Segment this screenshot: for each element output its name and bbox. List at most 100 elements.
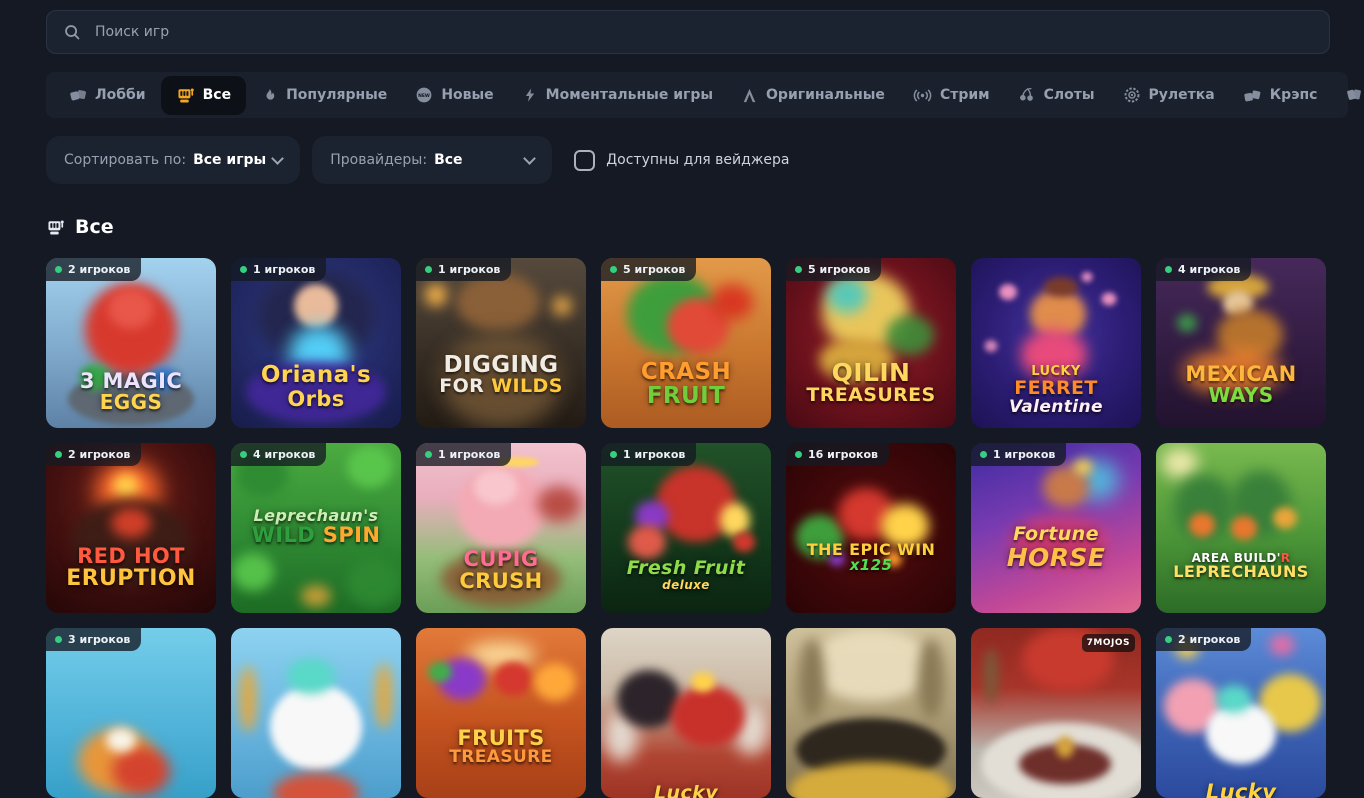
- tab-slot-machine[interactable]: Все: [161, 76, 246, 115]
- online-dot-icon: [240, 266, 247, 273]
- game-card-the-epic-win-x125[interactable]: THE EPIC WINx12516 игроков: [786, 443, 956, 613]
- game-card-roulette-gold[interactable]: [786, 628, 956, 798]
- game-card-7-fresh-fruit-deluxe[interactable]: Fresh Fruitdeluxe1 игроков: [601, 443, 771, 613]
- section-title: Все: [75, 216, 114, 238]
- wager-checkbox[interactable]: [574, 150, 595, 171]
- tab-cherries[interactable]: Слоты: [1005, 78, 1108, 112]
- players-badge: 2 игроков: [1156, 628, 1251, 651]
- art-blob: [494, 662, 532, 696]
- tab-brand-a[interactable]: Оригинальные: [728, 79, 898, 112]
- art-blob: [886, 315, 934, 355]
- game-card-crash-fruit[interactable]: CRASHFRUIT5 игроков: [601, 258, 771, 428]
- game-card-leprechauns-wild-spin[interactable]: Leprechaun'sWILD SPIN 4 игроков: [231, 443, 401, 613]
- art-blob: [1162, 448, 1198, 478]
- players-count: 4 игроков: [253, 448, 315, 461]
- game-title-text: deluxe: [662, 578, 710, 592]
- game-card-area-buildr-leprechauns[interactable]: AREA BUILD'RLEPRECHAUNS: [1156, 443, 1326, 613]
- players-count: 2 игроков: [1178, 633, 1240, 646]
- players-count: 1 игроков: [438, 263, 500, 276]
- game-card-fortune-horse[interactable]: FortuneHORSE1 игроков: [971, 443, 1141, 613]
- art-blob: [111, 508, 151, 538]
- players-count: 16 игроков: [808, 448, 878, 461]
- online-dot-icon: [240, 451, 247, 458]
- game-title: FortuneHORSE: [971, 525, 1141, 571]
- players-badge: 1 игроков: [416, 443, 511, 466]
- providers-select[interactable]: Провайдеры: Все: [312, 136, 552, 184]
- game-title-text: SPIN: [323, 523, 381, 547]
- tab-cards[interactable]: Карты: [1332, 78, 1364, 112]
- game-title: DIGGINGFOR WILDS: [416, 353, 586, 397]
- search-input[interactable]: [93, 23, 1313, 41]
- online-dot-icon: [425, 451, 432, 458]
- art-blob: [1056, 736, 1074, 758]
- art-blob: [628, 525, 666, 559]
- game-card-lucky-horse-red-envelopes[interactable]: Lucky: [601, 628, 771, 798]
- game-card-red-hot-eruption[interactable]: RED HOTERUPTION2 игроков: [46, 443, 216, 613]
- tab-new-badge[interactable]: NEW Новые: [402, 78, 506, 112]
- game-title-text: WAYS: [1208, 383, 1273, 407]
- casino-games-page: ЛоббиВсеПопулярныеNEWНовыеМоментальные и…: [0, 0, 1364, 798]
- art-blob: [301, 585, 331, 607]
- art-blob: [375, 663, 393, 729]
- game-card-digging-for-wilds[interactable]: DIGGINGFOR WILDS 1 игроков: [416, 258, 586, 428]
- online-dot-icon: [980, 451, 987, 458]
- art-blob: [553, 297, 571, 315]
- game-title-text: Fortune: [1013, 523, 1099, 545]
- chevron-down-icon: [523, 152, 536, 165]
- online-dot-icon: [610, 451, 617, 458]
- tab-dice-pair[interactable]: Крэпс: [1230, 78, 1331, 113]
- provider-logo: 7MOJOS: [1082, 634, 1135, 652]
- players-count: 4 игроков: [1178, 263, 1240, 276]
- category-tabbar: ЛоббиВсеПопулярные NEW Новые Моментальные и…: [46, 72, 1348, 118]
- players-badge: 4 игроков: [231, 443, 326, 466]
- players-count: 1 игроков: [438, 448, 500, 461]
- art-blob: [711, 284, 753, 320]
- game-card-dragon-sky-game[interactable]: 3 игроков: [46, 628, 216, 798]
- sort-select[interactable]: Сортировать по: Все игры: [46, 136, 300, 184]
- lightning-icon: [522, 87, 538, 103]
- game-card-orianas-orbs[interactable]: Oriana'sOrbs1 игроков: [231, 258, 401, 428]
- art-blob: [232, 553, 274, 591]
- online-dot-icon: [795, 266, 802, 273]
- players-badge: 16 игроков: [786, 443, 889, 466]
- tab-lightning[interactable]: Моментальные игры: [509, 79, 726, 111]
- game-card-roulette-white[interactable]: 7MOJOS: [971, 628, 1141, 798]
- game-card-mexican-ways[interactable]: MEXICANWAYS4 игроков: [1156, 258, 1326, 428]
- game-title-text: RED HOT: [77, 544, 185, 568]
- tab-flame[interactable]: Популярные: [248, 79, 400, 112]
- art-blob: [691, 672, 715, 692]
- cards-icon: [1345, 86, 1363, 104]
- tab-label: Оригинальные: [766, 87, 885, 103]
- online-dot-icon: [610, 266, 617, 273]
- game-card-qilin-treasures[interactable]: QILINTREASURES5 игроков: [786, 258, 956, 428]
- game-title-text: WILD: [252, 523, 323, 547]
- art-blob: [918, 639, 944, 719]
- art-blob: [294, 284, 338, 328]
- game-title-text: Fresh Fruit: [627, 557, 745, 579]
- roulette-wheel-icon: [1123, 86, 1141, 104]
- dice-pair-icon: [1243, 86, 1262, 105]
- art-blob: [1270, 635, 1294, 655]
- game-card-cupig-crush[interactable]: CUPIGCRUSH1 игроков: [416, 443, 586, 613]
- game-card-lucky-ferret-valentine[interactable]: LUCKYFERRETValentine: [971, 258, 1141, 428]
- game-card-lucky-animals[interactable]: Lucky 2 игроков: [1156, 628, 1326, 798]
- game-card-3-magic-eggs[interactable]: 3 MAGICEGGS2 игроков: [46, 258, 216, 428]
- new-badge-icon: NEW: [415, 86, 433, 104]
- game-title: Leprechaun'sWILD SPIN: [231, 508, 401, 547]
- art-blob: [239, 666, 257, 732]
- tab-label: Новые: [441, 87, 493, 103]
- tab-roulette-wheel[interactable]: Рулетка: [1110, 78, 1228, 112]
- game-card-pony-festival-game[interactable]: [231, 628, 401, 798]
- flame-icon: [261, 87, 278, 104]
- wager-filter[interactable]: Доступны для вейджера: [574, 150, 789, 171]
- game-title: RED HOTERUPTION: [46, 545, 216, 590]
- game-card-fruits-treasure[interactable]: FRUITSTREASURE: [416, 628, 586, 798]
- tab-lobby-dice[interactable]: Лобби: [56, 78, 159, 112]
- game-title: Oriana'sOrbs: [231, 363, 401, 409]
- sort-label: Сортировать по:: [64, 152, 186, 168]
- game-title-text: Lucky: [1206, 780, 1276, 798]
- game-title: Fresh Fruitdeluxe: [601, 559, 771, 592]
- providers-value: Все: [434, 152, 462, 168]
- tab-broadcast[interactable]: Стрим: [900, 78, 1003, 113]
- online-dot-icon: [1165, 266, 1172, 273]
